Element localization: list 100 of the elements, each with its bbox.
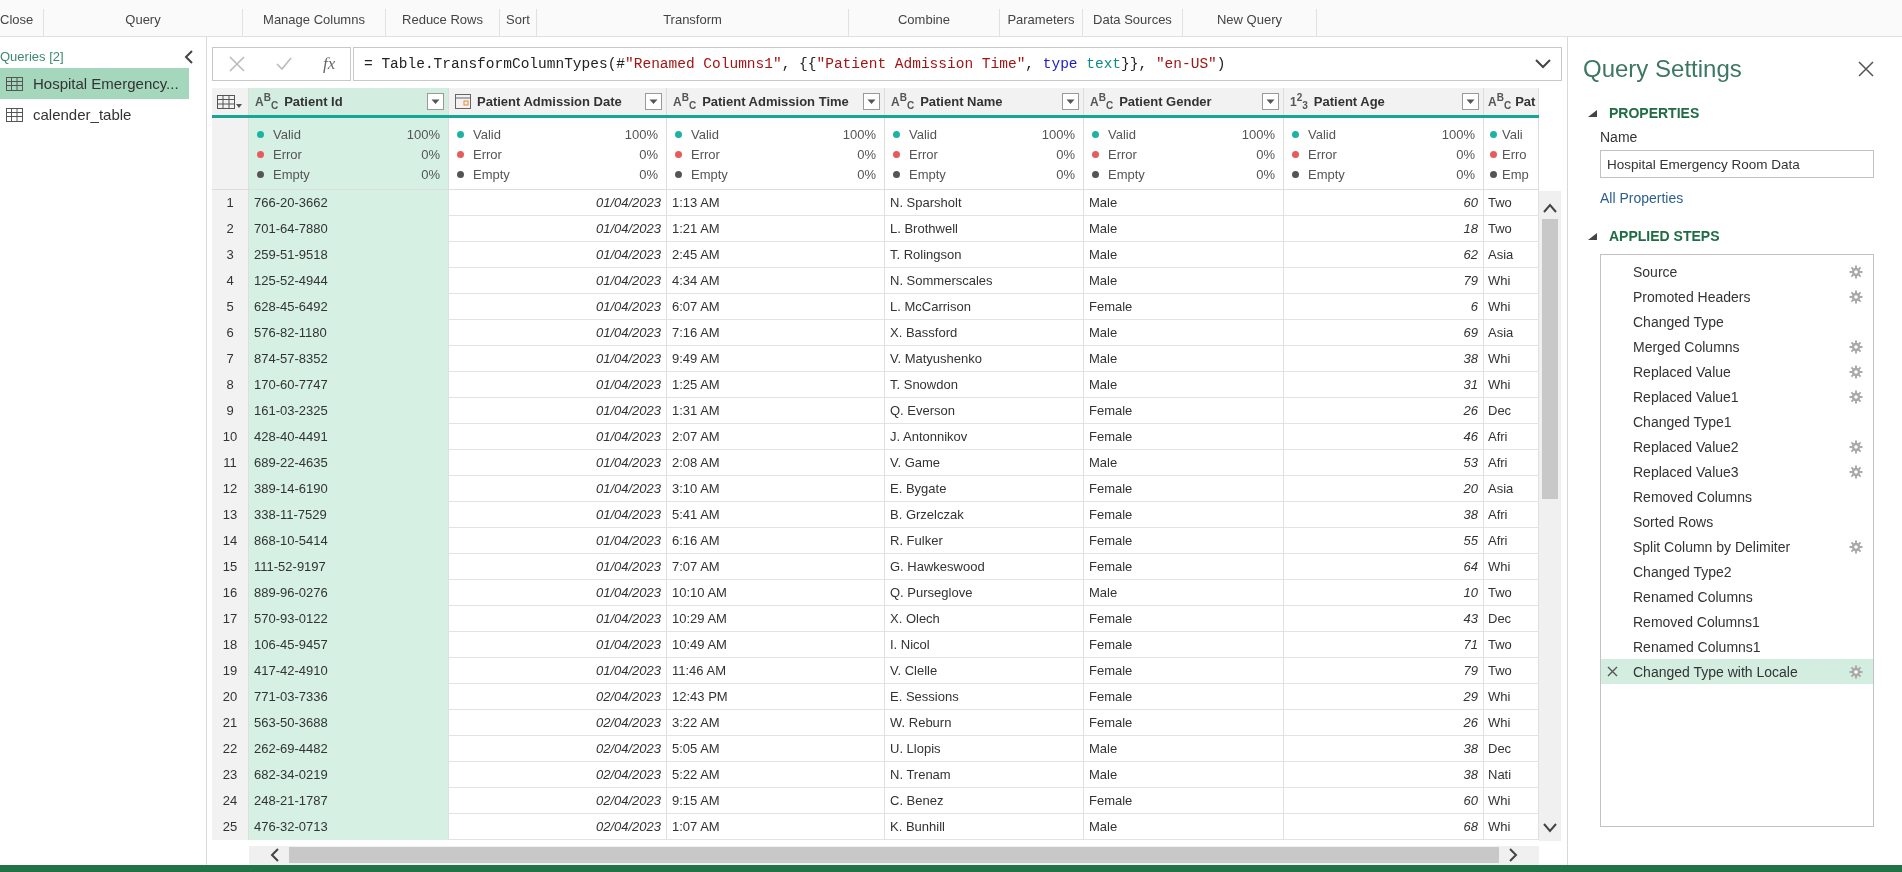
collapse-icon[interactable] (184, 49, 194, 64)
table-cell: 9:15 AM (667, 787, 885, 814)
table-cell: 1:21 AM (667, 215, 885, 242)
quality-value: 100% (1041, 126, 1075, 142)
table-cell: 02/04/2023 (449, 813, 667, 840)
applied-step[interactable]: Changed Type (1601, 309, 1873, 334)
table-cell: T. Rolingson (885, 241, 1084, 268)
scroll-left-icon[interactable] (269, 848, 281, 863)
filter-dropdown-icon[interactable] (645, 93, 662, 111)
row-number: 24 (212, 787, 249, 814)
table-cell: 170-60-7747 (249, 371, 449, 398)
quality-value: 0% (421, 146, 440, 162)
applied-step[interactable]: Replaced Value1 (1601, 384, 1873, 409)
table-cell: 01/04/2023 (449, 371, 667, 398)
delete-icon[interactable] (1607, 666, 1618, 677)
quality-value: 0% (857, 166, 876, 182)
applied-step[interactable]: Changed Type with Locale (1601, 659, 1873, 684)
applied-step[interactable]: Sorted Rows (1601, 509, 1873, 534)
table-cell: 5:41 AM (667, 501, 885, 528)
row-number: 8 (212, 371, 249, 398)
table-cell: C. Benez (885, 787, 1084, 814)
quality-label: Valid (473, 126, 502, 142)
table-cell: 6:16 AM (667, 527, 885, 554)
table-cell: 1:13 AM (667, 189, 885, 216)
applied-step[interactable]: Replaced Value3 (1601, 459, 1873, 484)
horizontal-scrollbar[interactable] (249, 845, 1539, 865)
applied-step[interactable]: Source (1601, 259, 1873, 284)
table-cell: 01/04/2023 (449, 345, 667, 372)
close-icon[interactable] (1858, 61, 1874, 77)
expand-icon[interactable] (1535, 59, 1551, 69)
table-cell: V. Matyushenko (885, 345, 1084, 372)
column-header[interactable]: A$^{B}$$_{C}$ Patient Id (249, 88, 449, 116)
table-cell: 10:10 AM (667, 579, 885, 606)
applied-step[interactable]: Split Column by Delimiter (1601, 534, 1873, 559)
applied-step[interactable]: Changed Type2 (1601, 559, 1873, 584)
scroll-down-icon[interactable] (1543, 823, 1557, 833)
row-number: 14 (212, 527, 249, 554)
row-number: 7 (212, 345, 249, 372)
table-cell: Male (1084, 813, 1284, 840)
applied-step[interactable]: Renamed Columns1 (1601, 634, 1873, 659)
table-cell: 71 (1284, 631, 1484, 658)
quality-label: Error (1308, 146, 1338, 162)
table-cell: 10:29 AM (667, 605, 885, 632)
applied-step[interactable]: Replaced Value (1601, 359, 1873, 384)
table-cell: 106-45-9457 (249, 631, 449, 658)
table-cell: 1:31 AM (667, 397, 885, 424)
table-icon (6, 107, 23, 122)
table-cell: 5:05 AM (667, 735, 885, 762)
filter-dropdown-icon[interactable] (863, 93, 880, 111)
collapse-triangle-icon[interactable] (1588, 232, 1597, 240)
applied-step[interactable]: Removed Columns1 (1601, 609, 1873, 634)
table-cell: 628-45-6492 (249, 293, 449, 320)
quality-value: 0% (421, 166, 440, 182)
applied-step[interactable]: Removed Columns (1601, 484, 1873, 509)
table-cell: 38 (1284, 345, 1484, 372)
table-cell: 2:07 AM (667, 423, 885, 450)
quality-label: Empty (909, 166, 947, 182)
table-icon (6, 76, 23, 91)
table-cell: 01/04/2023 (449, 319, 667, 346)
check-icon[interactable] (275, 55, 294, 73)
filter-dropdown-icon[interactable] (427, 93, 444, 111)
function-button[interactable]: fx (322, 54, 336, 74)
table-cell: Female (1084, 605, 1284, 632)
collapse-triangle-icon[interactable] (1588, 109, 1597, 117)
quality-value: 0% (639, 146, 658, 162)
table-cell: Q. Purseglove (885, 579, 1084, 606)
table-cell: X. Olech (885, 605, 1084, 632)
query-item[interactable]: Hospital Emergency... (0, 68, 189, 99)
quality-label: Empty (473, 166, 511, 182)
applied-step[interactable]: Merged Columns (1601, 334, 1873, 359)
table-cell: Female (1084, 787, 1284, 814)
scroll-right-icon[interactable] (1507, 848, 1519, 863)
table-cell: 29 (1284, 683, 1484, 710)
applied-step[interactable]: Replaced Value2 (1601, 434, 1873, 459)
table-cell: 01/04/2023 (449, 241, 667, 268)
table-menu-icon[interactable] (217, 93, 243, 110)
filter-dropdown-icon[interactable] (1462, 93, 1479, 111)
table-cell: Female (1084, 397, 1284, 424)
quality-label: Empty (1308, 166, 1346, 182)
formula-field[interactable]: = Table.TransformColumnTypes(#"Renamed Columns1", {{"Patient Admission Time", type text}}, "en-US") (353, 47, 1562, 81)
all-properties-link[interactable]: All Properties (1600, 190, 1684, 206)
table-cell: N. Trenam (885, 761, 1084, 788)
quality-value: 0% (1256, 146, 1275, 162)
scroll-up-icon[interactable] (1543, 203, 1557, 213)
row-number: 10 (212, 423, 249, 450)
table-cell: 01/04/2023 (449, 189, 667, 216)
quality-label: Valid (909, 126, 938, 142)
table-cell: Male (1084, 189, 1284, 216)
table-cell: 1:25 AM (667, 371, 885, 398)
name-field[interactable]: Hospital Emergency Room Data (1600, 150, 1874, 178)
filter-dropdown-icon[interactable] (1062, 93, 1079, 111)
filter-dropdown-icon[interactable] (1262, 93, 1279, 111)
quality-value: 0% (857, 146, 876, 162)
table-cell: 01/04/2023 (449, 553, 667, 580)
applied-step[interactable]: Promoted Headers (1601, 284, 1873, 309)
applied-step[interactable]: Changed Type1 (1601, 409, 1873, 434)
query-item[interactable]: calender_table (0, 99, 189, 130)
vertical-scrollbar[interactable] (1539, 191, 1561, 841)
table-cell: 55 (1284, 527, 1484, 554)
applied-step[interactable]: Renamed Columns (1601, 584, 1873, 609)
